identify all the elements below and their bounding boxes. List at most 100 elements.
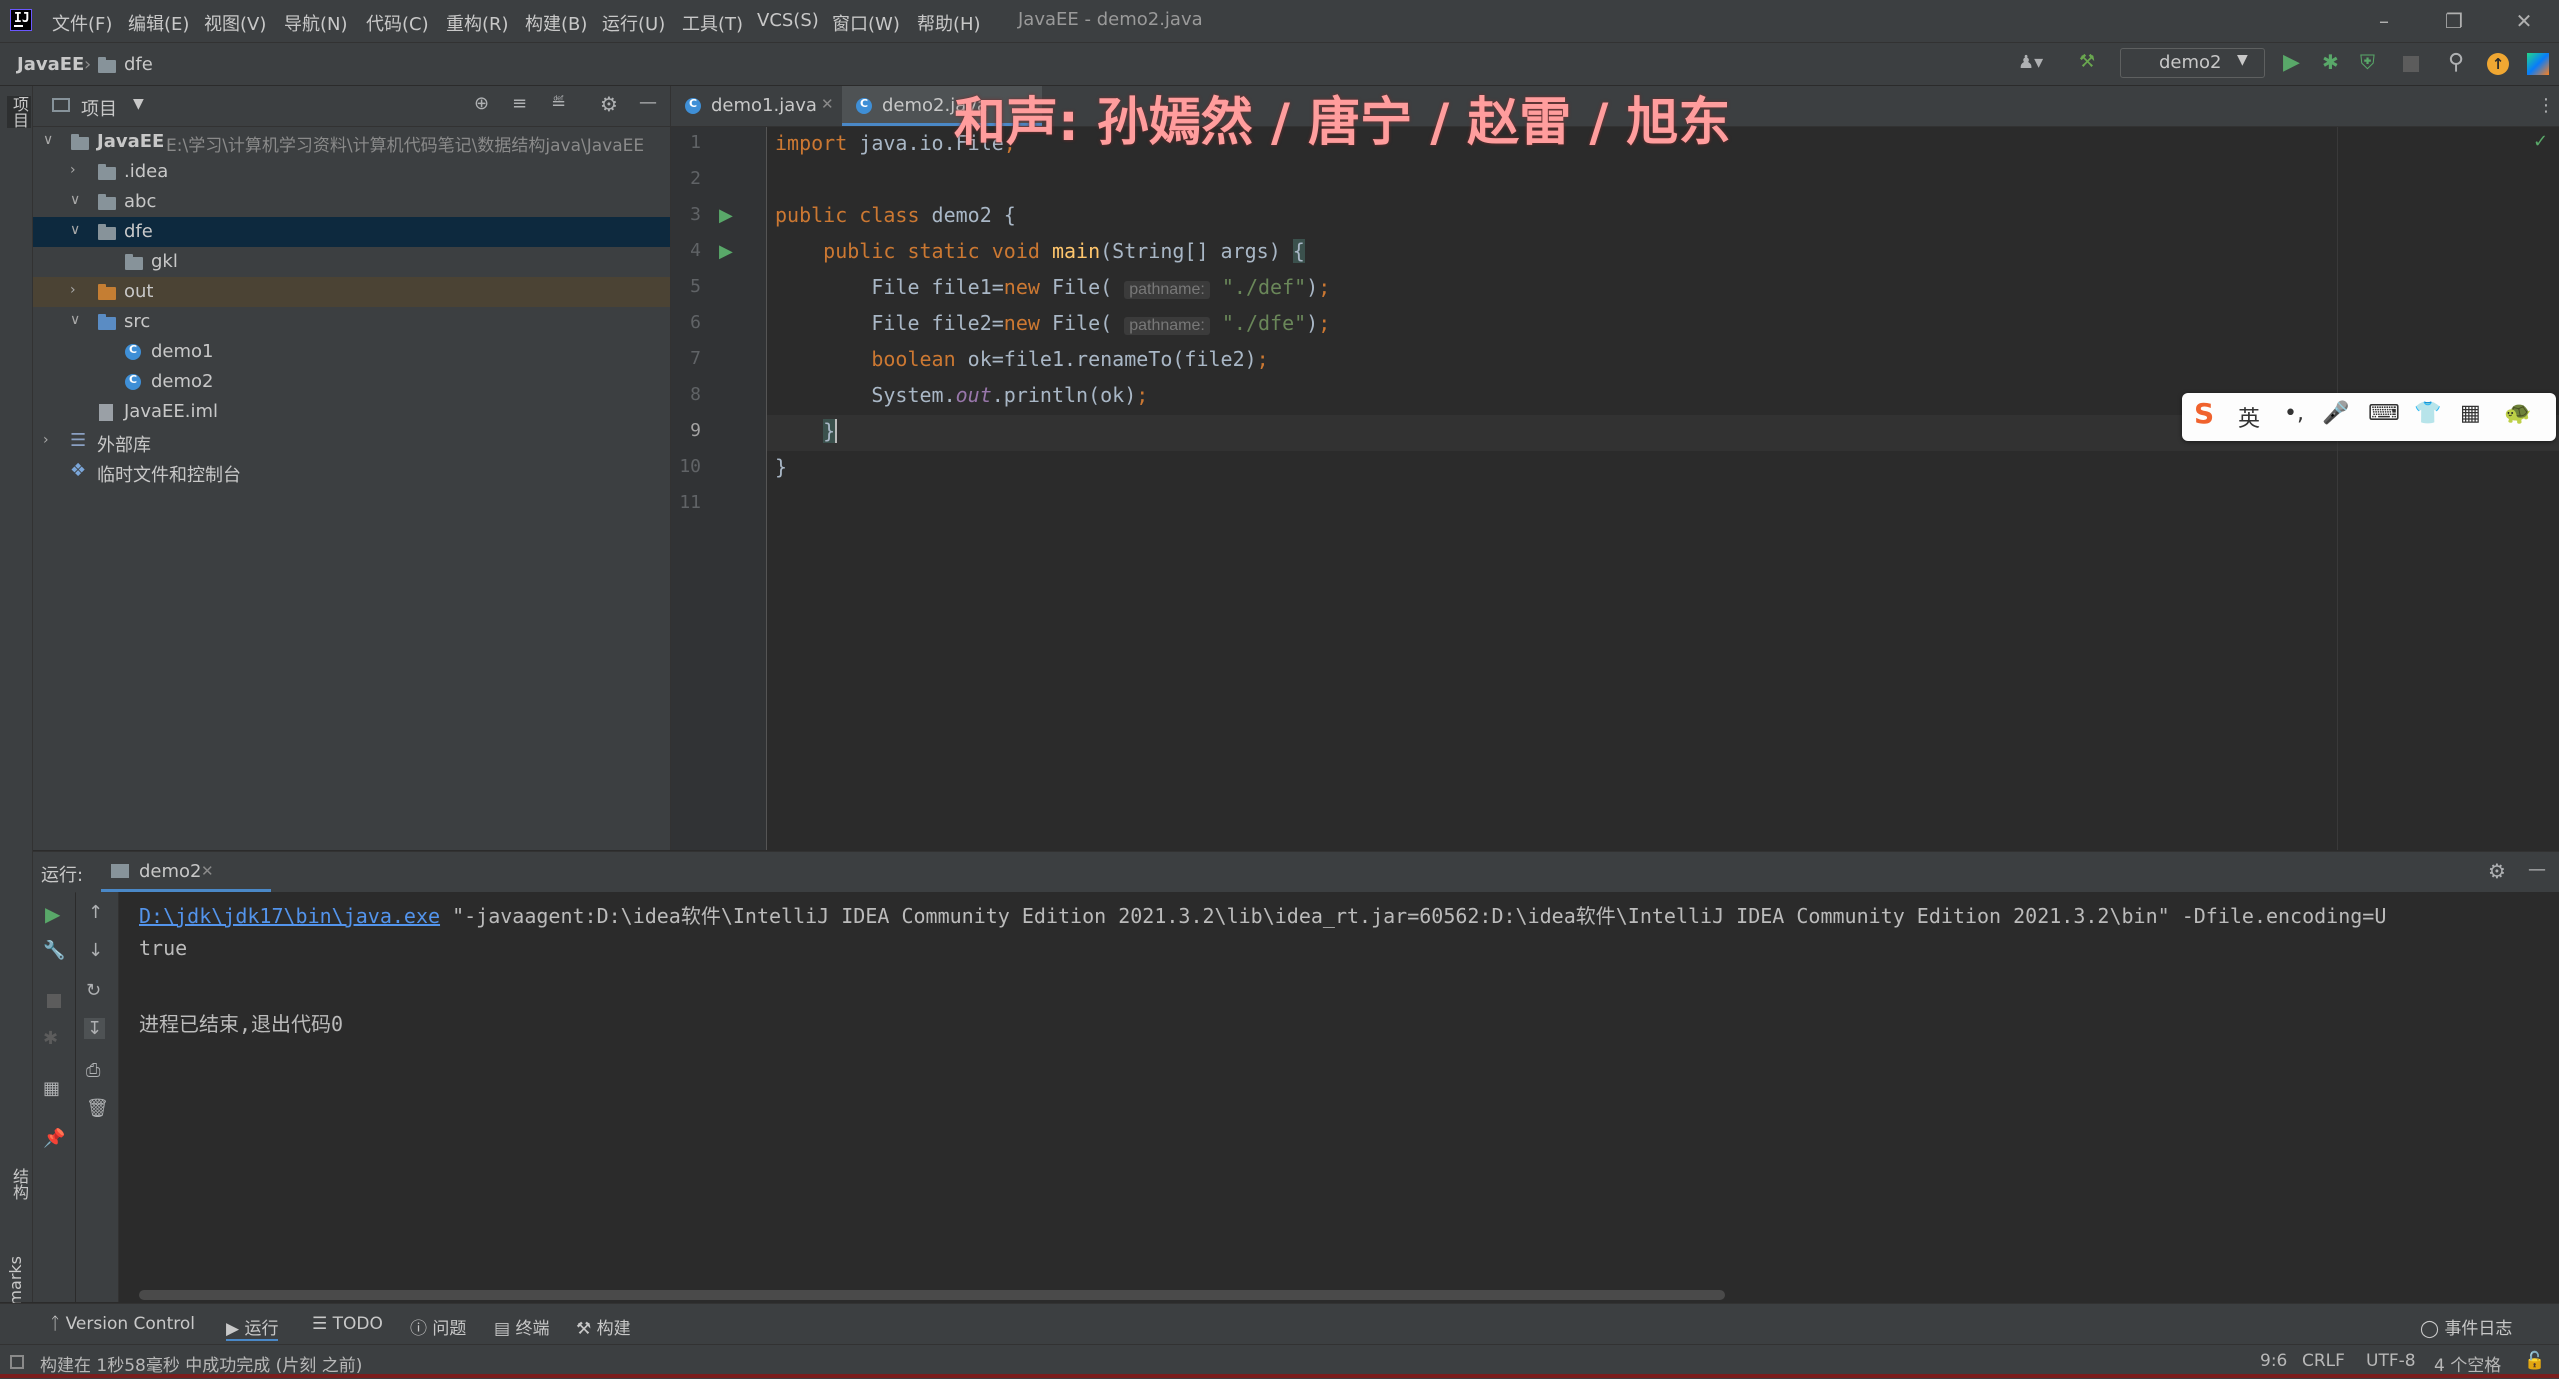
event-log-button[interactable]: ◯ 事件日志: [2420, 1314, 2512, 1339]
toolbox-grid-icon[interactable]: ▦: [2460, 401, 2481, 426]
project-panel-title[interactable]: 项目: [81, 95, 117, 121]
more-options-icon[interactable]: ⋮: [2537, 95, 2555, 116]
chevron-right-icon[interactable]: ›: [43, 432, 49, 448]
run-tab-demo2[interactable]: demo2 ✕: [101, 852, 271, 892]
tab-demo1[interactable]: demo1.java ✕: [671, 86, 841, 126]
tree-item-out[interactable]: › out: [33, 277, 670, 307]
punctuation-icon[interactable]: •,: [2284, 401, 2304, 426]
tree-item-dfe[interactable]: ∨ dfe: [33, 217, 670, 247]
chevron-right-icon[interactable]: ›: [70, 162, 76, 178]
tree-item-external-libraries[interactable]: › ☰ 外部库: [33, 427, 670, 457]
run-gutter-icon[interactable]: ▶: [719, 241, 733, 262]
close-tab-icon[interactable]: ✕: [821, 95, 834, 113]
chevron-right-icon[interactable]: ›: [70, 282, 76, 298]
search-icon[interactable]: ⚲: [2448, 50, 2464, 75]
todo-button[interactable]: ☰ TODO: [312, 1314, 383, 1334]
tree-item-demo2[interactable]: demo2: [33, 367, 670, 397]
user-icon[interactable]: ♟▾: [2018, 52, 2043, 73]
menu-navigate[interactable]: 导航(N): [284, 10, 348, 36]
toolbox-icon[interactable]: [2527, 53, 2549, 75]
tree-item-scratches[interactable]: ❖ 临时文件和控制台: [33, 457, 670, 487]
menu-edit[interactable]: 编辑(E): [128, 10, 189, 36]
line-separator[interactable]: CRLF: [2302, 1351, 2345, 1371]
stop-icon[interactable]: [2403, 56, 2419, 72]
lock-icon[interactable]: 🔓: [2524, 1351, 2545, 1371]
hide-icon[interactable]: —: [639, 92, 657, 113]
caret-position[interactable]: 9:6: [2260, 1351, 2287, 1371]
restore-icon[interactable]: ❐: [2424, 6, 2484, 36]
coverage-icon[interactable]: ⛨: [2360, 50, 2375, 74]
menu-window[interactable]: 窗口(W): [832, 10, 900, 36]
breadcrumb-project[interactable]: JavaEE: [17, 54, 84, 75]
chevron-down-icon[interactable]: ▼: [133, 96, 144, 112]
menu-build[interactable]: 构建(B): [525, 10, 587, 36]
build-button[interactable]: ⚒ 构建: [576, 1314, 631, 1339]
close-icon[interactable]: ✕: [2494, 6, 2554, 36]
expand-all-icon[interactable]: ≡: [512, 93, 527, 114]
breadcrumb-folder[interactable]: dfe: [124, 54, 153, 75]
tree-item-idea[interactable]: › .idea: [33, 157, 670, 187]
tree-item-javaee[interactable]: ∨ JavaEE E:\学习\计算机学习资料\计算机代码笔记\数据结构java\…: [33, 127, 670, 157]
chevron-down-icon[interactable]: ∨: [70, 222, 80, 238]
tree-item-demo1[interactable]: demo1: [33, 337, 670, 367]
tree-item-javaee-iml[interactable]: JavaEE.iml: [33, 397, 670, 427]
layout-icon[interactable]: ▦: [43, 1078, 60, 1099]
inspection-ok-icon[interactable]: ✓: [2533, 131, 2548, 152]
menu-help[interactable]: 帮助(H): [917, 10, 981, 36]
tree-item-src[interactable]: ∨ src: [33, 307, 670, 337]
close-tab-icon[interactable]: ✕: [201, 862, 214, 880]
rerun-icon[interactable]: ▶: [45, 902, 60, 926]
pin-icon[interactable]: 📌: [43, 1128, 65, 1149]
arrow-up-icon[interactable]: ↑: [88, 902, 103, 923]
menu-vcs[interactable]: VCS(S): [757, 10, 819, 31]
trash-icon[interactable]: 🗑: [86, 1098, 109, 1119]
structure-tool-button[interactable]: 结构: [7, 1168, 31, 1200]
menu-file[interactable]: 文件(F): [52, 10, 112, 36]
arrow-down-icon[interactable]: ↓: [88, 940, 103, 961]
soft-wrap-icon[interactable]: ↻: [86, 980, 101, 1001]
locate-icon[interactable]: ⊕: [474, 93, 489, 114]
version-control-button[interactable]: ᛏ Version Control: [50, 1314, 195, 1334]
tool-window-toggle-icon[interactable]: [10, 1355, 24, 1369]
menu-view[interactable]: 视图(V): [204, 10, 266, 36]
terminal-button[interactable]: ▤ 终端: [494, 1314, 549, 1339]
status-message[interactable]: 构建在 1秒58毫秒 中成功完成 (片刻 之前): [40, 1351, 362, 1376]
run-console[interactable]: D:\jdk\jdk17\bin\java.exe "-javaagent:D:…: [119, 892, 2559, 1302]
run-tool-button[interactable]: ▶ 运行: [226, 1314, 279, 1341]
print-icon[interactable]: ⎙: [86, 1060, 100, 1081]
ime-language-toggle[interactable]: 英: [2238, 401, 2260, 433]
wrench-icon[interactable]: 🔧: [43, 940, 65, 961]
code-editor[interactable]: 1 2 3 4 5 6 7 8 9 10 11 ▶ ▶ ✓ import jav…: [671, 127, 2559, 850]
indent-setting[interactable]: 4 个空格: [2434, 1351, 2501, 1376]
gear-icon[interactable]: ⚙: [600, 92, 618, 116]
gear-icon[interactable]: ⚙: [2488, 859, 2506, 883]
collapse-all-icon[interactable]: ≝: [551, 93, 566, 114]
hide-icon[interactable]: —: [2528, 859, 2546, 880]
update-icon[interactable]: ↑: [2487, 53, 2509, 75]
build-hammer-icon[interactable]: ⚒: [2079, 51, 2095, 72]
minimize-icon[interactable]: –: [2354, 6, 2414, 36]
chevron-down-icon[interactable]: ∨: [70, 192, 80, 208]
menu-code[interactable]: 代码(C): [366, 10, 429, 36]
tree-item-gkl[interactable]: gkl: [33, 247, 670, 277]
keyboard-icon[interactable]: ⌨: [2368, 401, 2400, 426]
menu-tools[interactable]: 工具(T): [682, 10, 743, 36]
stop-icon[interactable]: [47, 994, 61, 1008]
menu-refactor[interactable]: 重构(R): [446, 10, 509, 36]
sogou-logo-icon[interactable]: S: [2194, 397, 2214, 430]
chevron-down-icon[interactable]: ∨: [70, 312, 80, 328]
debug-icon[interactable]: ✱: [2322, 50, 2339, 74]
run-icon[interactable]: ▶: [2283, 50, 2300, 75]
scroll-to-end-icon[interactable]: ↧: [84, 1018, 106, 1039]
file-encoding[interactable]: UTF-8: [2366, 1351, 2416, 1371]
run-gutter-icon[interactable]: ▶: [719, 205, 733, 226]
run-config-dropdown[interactable]: demo2 ▼: [2120, 48, 2265, 78]
java-exe-link[interactable]: D:\jdk\jdk17\bin\java.exe: [139, 904, 440, 928]
mascot-icon[interactable]: 🐢: [2504, 401, 2531, 426]
microphone-icon[interactable]: 🎤: [2322, 401, 2349, 426]
chevron-down-icon[interactable]: ∨: [43, 132, 53, 148]
menu-run[interactable]: 运行(U): [602, 10, 665, 36]
horizontal-scrollbar[interactable]: [139, 1290, 1725, 1300]
project-tool-button[interactable]: 项目: [7, 96, 31, 128]
skin-shirt-icon[interactable]: 👕: [2414, 401, 2441, 426]
